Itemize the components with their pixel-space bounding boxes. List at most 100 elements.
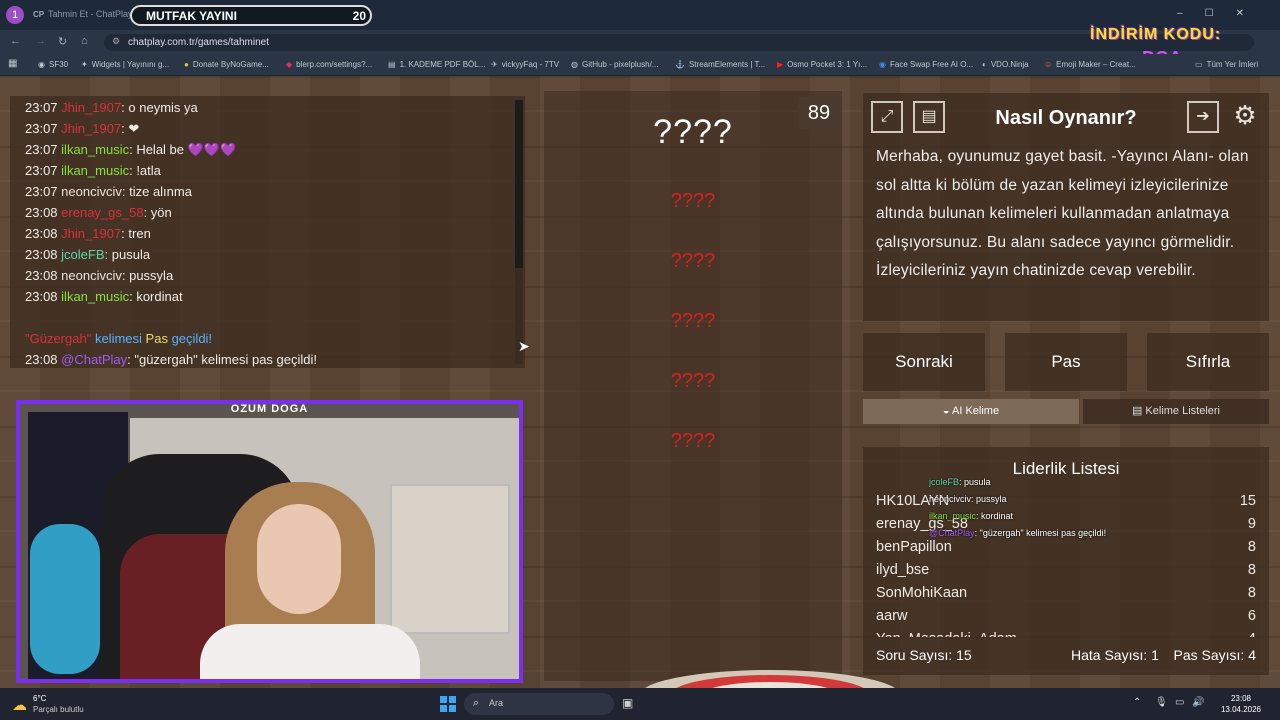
chat-time: 23:08 xyxy=(25,352,58,367)
chat-text: : yön xyxy=(143,205,172,220)
chat-text: : tren xyxy=(121,226,151,241)
maximize-icon[interactable]: ☐ xyxy=(1205,8,1236,19)
overlay-user: neoncivciv xyxy=(929,494,972,504)
info-body: Merhaba, oyunumuz gayet basit. -Yayıncı … xyxy=(876,148,1249,280)
tab-word-lists[interactable]: ▤ Kelime Listeleri xyxy=(1083,399,1269,424)
site-info-icon[interactable]: ⚙ xyxy=(112,36,120,47)
chat-user[interactable]: Jhin_1907 xyxy=(61,226,121,241)
minimize-icon[interactable]: – xyxy=(1177,8,1205,19)
taskbar-search[interactable]: ⌕ Ara xyxy=(464,693,614,715)
chat-user[interactable]: Jhin_1907 xyxy=(61,100,121,115)
chat-text: : pusula xyxy=(104,247,151,262)
bookmark-item[interactable]: ◉ Face Swap Free AI O... xyxy=(879,60,973,69)
bookmark-folder-all[interactable]: ▭ Tüm Yer İmleri xyxy=(1195,60,1258,69)
bookmark-item[interactable]: ☺ Emoji Maker – Creat... xyxy=(1044,60,1136,69)
chat-time: 23:08 xyxy=(25,205,58,220)
player-score: 15 xyxy=(1239,493,1256,509)
taskbar: ☁ 6°C Parçalı bulutlu ⌕ Ara ▣ ⌃ 🎙 ▭ 🔊 23… xyxy=(0,688,1280,720)
overlay-text: : pusula xyxy=(959,477,991,487)
bookmark-item[interactable]: ✦ Widgets | Yayınını g... xyxy=(81,60,169,69)
tab-ai-word[interactable]: ◒ AI Kelime xyxy=(863,399,1079,424)
bookmark-item[interactable]: ⚓ StreamElements | T... xyxy=(675,60,765,69)
vdo-icon: ◐ xyxy=(982,60,987,69)
chat-scroll-thumb[interactable] xyxy=(515,100,523,268)
home-icon[interactable]: ⌂ xyxy=(81,35,88,47)
reload-icon[interactable]: ↻ xyxy=(58,35,67,48)
url-text: chatplay.com.tr/games/tahminet xyxy=(128,37,269,48)
profile-avatar[interactable]: 1 xyxy=(6,6,24,24)
player-score: 6 xyxy=(1247,608,1256,624)
chat-message: 23:07 ilkan_music: !atla xyxy=(25,163,161,178)
overlay-chat-line: neoncivciv: pussyla xyxy=(929,494,1007,504)
url-field[interactable]: ⚙ chatplay.com.tr/games/tahminet xyxy=(104,34,1254,51)
chat-user[interactable]: jcoleFB xyxy=(61,247,104,262)
chat-text: : !atla xyxy=(129,163,161,178)
weather-temp: 6°C xyxy=(33,694,47,703)
emoji-icon: ☺ xyxy=(1044,60,1053,69)
forbidden-word: ???? xyxy=(670,370,716,392)
next-button[interactable]: Sonraki xyxy=(863,333,985,391)
question-count: Soru Sayısı: 15 xyxy=(876,647,972,663)
chat-time: 23:08 xyxy=(25,247,58,262)
windows-logo-icon xyxy=(440,696,447,703)
streamer-name-label: ÖZÜM DOĞA xyxy=(230,403,309,415)
window-controls[interactable]: –☐✕ xyxy=(1177,8,1266,19)
chat-message: 23:08 neoncivciv: pussyla xyxy=(25,268,173,283)
chat-user[interactable]: erenay_gs_58 xyxy=(61,205,143,220)
leaderboard-row: benPapillon 8 xyxy=(876,539,1256,559)
bookmark-item[interactable]: ▤ 1. KADEME PDF BÖL... xyxy=(388,60,485,69)
title-bar: 1 CP Tahmin Et - ChatPlay MUTFAK YAYINI … xyxy=(0,0,1280,30)
chat-user[interactable]: ilkan_music xyxy=(61,163,129,178)
tab-favicon: CP xyxy=(33,10,45,19)
search-icon: ⌕ xyxy=(473,697,480,709)
reset-button[interactable]: Sıfırla xyxy=(1147,333,1269,391)
bookmark-item[interactable]: ● Donate ByNoGame... xyxy=(184,60,269,69)
forward-icon[interactable]: → xyxy=(35,35,46,47)
overlay-user: jcoleFB xyxy=(929,477,960,487)
chat-user[interactable]: Jhin_1907 xyxy=(61,121,121,136)
bookmark-item[interactable]: ◐ VDO.Ninja xyxy=(982,60,1029,69)
clock-date: 13.04.2026 xyxy=(1220,705,1262,714)
pass-button[interactable]: Pas xyxy=(1005,333,1127,391)
chat-user[interactable]: ilkan_music xyxy=(61,142,129,157)
microphone-icon[interactable]: 🎙 xyxy=(1155,697,1168,708)
chat-system-line: "Güzergah" kelimesi Pas geçildi! xyxy=(25,331,212,346)
volume-icon[interactable]: 🔊 xyxy=(1192,697,1204,708)
chat-time: 23:07 xyxy=(25,121,58,136)
chat-scrollbar[interactable] xyxy=(515,100,523,364)
back-icon[interactable]: ← xyxy=(10,35,21,47)
weather-icon[interactable]: ☁ xyxy=(12,696,27,714)
chat-user[interactable]: ilkan_music xyxy=(61,289,129,304)
chat-text: : "güzergah" kelimesi pas geçildi! xyxy=(127,352,318,367)
leaderboard-row: SonMohiKaan 8 xyxy=(876,585,1256,605)
forbidden-word: ???? xyxy=(670,190,716,212)
bookmark-item[interactable]: ◉ SF30 xyxy=(38,60,68,69)
close-icon[interactable]: ✕ xyxy=(1236,8,1266,19)
browser-tab[interactable]: Tahmin Et - ChatPlay xyxy=(48,9,133,19)
bookmark-item[interactable]: ◍ GitHub - pixelplush/... xyxy=(571,60,658,69)
bookmark-item[interactable]: ◆ blerp.com/settings?... xyxy=(286,60,372,69)
overlay-chat-line: jcoleFB: pusula xyxy=(929,477,991,487)
stream-title-overlay: MUTFAK YAYINI 20 xyxy=(130,5,372,26)
chat-time: 23:07 xyxy=(25,100,58,115)
leaderboard-rows: HK10LAYN 15 erenay_gs_58 9 benPapillon 8 ilyd_… xyxy=(863,447,1269,637)
bookmark-item[interactable]: ▶ Osmo Pocket 3: 1 Yı... xyxy=(777,60,867,69)
chat-user[interactable]: neoncivciv xyxy=(61,184,122,199)
chat-text: : pussyla xyxy=(121,268,174,283)
overlay-chat-line: @ChatPlay: "güzergah" kelimesi pas geçil… xyxy=(929,528,1106,538)
taskbar-clock[interactable]: 23:08 13.04.2026 xyxy=(1212,693,1270,715)
network-icon[interactable]: ▭ xyxy=(1175,697,1184,708)
chat-text: : ❤ xyxy=(121,121,140,136)
chat-time: 23:07 xyxy=(25,184,58,199)
chat-message: 23:07 ilkan_music: Helal be 💜💜💜 xyxy=(25,142,236,158)
7tv-icon: ✈ xyxy=(491,60,498,69)
chat-message: 23:08 @ChatPlay: "güzergah" kelimesi pas… xyxy=(25,352,317,367)
chevron-up-icon[interactable]: ⌃ xyxy=(1133,697,1141,708)
bookmark-item[interactable]: ✈ vickyyFaq - 7TV xyxy=(491,60,559,69)
apps-grid-icon[interactable]: ▦ xyxy=(8,58,17,69)
overlay-user: ilkan_music xyxy=(929,511,977,521)
start-button[interactable] xyxy=(440,696,456,712)
task-view-icon[interactable]: ▣ xyxy=(622,696,633,710)
chat-user[interactable]: neoncivciv xyxy=(61,268,122,283)
overlay-text: : kordinat xyxy=(976,511,1014,521)
